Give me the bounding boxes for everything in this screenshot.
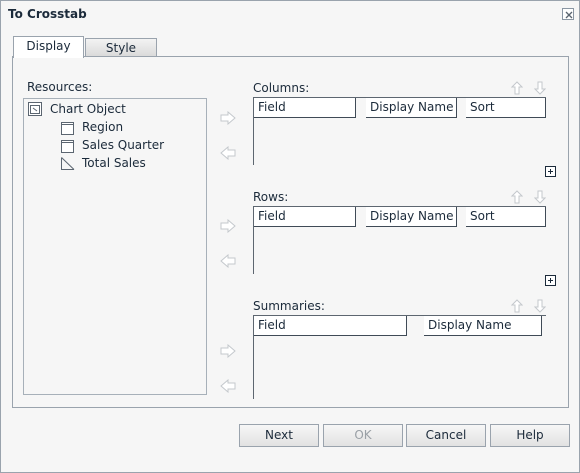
- remove-from-summaries-arrow-icon[interactable]: [220, 379, 236, 393]
- rows-add-button[interactable]: [545, 275, 556, 286]
- move-down-icon[interactable]: [534, 190, 546, 204]
- tree-item-sales-quarter[interactable]: Sales Quarter: [82, 138, 164, 152]
- move-up-icon[interactable]: [511, 81, 523, 95]
- move-up-icon[interactable]: [511, 190, 523, 204]
- remove-from-rows-arrow-icon[interactable]: [220, 254, 236, 268]
- chart-object-icon: [28, 102, 42, 116]
- columns-header-display-name: Display Name: [366, 98, 457, 118]
- rows-header-sort: Sort: [466, 207, 546, 227]
- dialog-title: To Crosstab: [8, 7, 87, 21]
- measure-icon: [61, 157, 75, 170]
- add-to-summaries-arrow-icon[interactable]: [220, 344, 236, 358]
- tab-display[interactable]: Display: [13, 36, 84, 58]
- summaries-header-field: Field: [254, 316, 407, 336]
- to-crosstab-dialog: To Crosstab Display Style Resources: Cha…: [0, 0, 580, 473]
- add-to-columns-arrow-icon[interactable]: [220, 111, 236, 125]
- summaries-header-display-name: Display Name: [424, 316, 542, 336]
- columns-grid[interactable]: Field Display Name Sort: [253, 97, 546, 165]
- summaries-label: Summaries:: [253, 299, 325, 313]
- tree-item-total-sales[interactable]: Total Sales: [82, 156, 146, 170]
- rows-label: Rows:: [253, 190, 289, 204]
- move-down-icon[interactable]: [534, 299, 546, 313]
- move-down-icon[interactable]: [534, 81, 546, 95]
- columns-header-sort: Sort: [466, 98, 546, 118]
- rows-grid[interactable]: Field Display Name Sort: [253, 206, 546, 274]
- remove-from-columns-arrow-icon[interactable]: [220, 146, 236, 160]
- close-icon: [565, 11, 573, 19]
- next-button[interactable]: Next: [239, 424, 319, 447]
- tree-item-chart-object[interactable]: Chart Object: [50, 102, 126, 116]
- summaries-grid[interactable]: Field Display Name: [253, 315, 546, 399]
- help-button[interactable]: Help: [490, 424, 570, 447]
- resources-label: Resources:: [27, 80, 93, 94]
- title-bar: To Crosstab: [1, 1, 579, 27]
- field-icon: [61, 140, 74, 153]
- move-up-icon[interactable]: [511, 299, 523, 313]
- columns-header-field: Field: [254, 98, 356, 118]
- cancel-button[interactable]: Cancel: [406, 424, 486, 447]
- columns-add-button[interactable]: [545, 166, 556, 177]
- tree-item-region[interactable]: Region: [82, 120, 123, 134]
- ok-button[interactable]: OK: [323, 424, 403, 447]
- close-button[interactable]: [562, 8, 574, 20]
- rows-header-display-name: Display Name: [366, 207, 457, 227]
- field-icon: [61, 122, 74, 135]
- rows-header-field: Field: [254, 207, 356, 227]
- add-to-rows-arrow-icon[interactable]: [220, 219, 236, 233]
- tab-style[interactable]: Style: [85, 38, 157, 57]
- columns-label: Columns:: [253, 81, 310, 95]
